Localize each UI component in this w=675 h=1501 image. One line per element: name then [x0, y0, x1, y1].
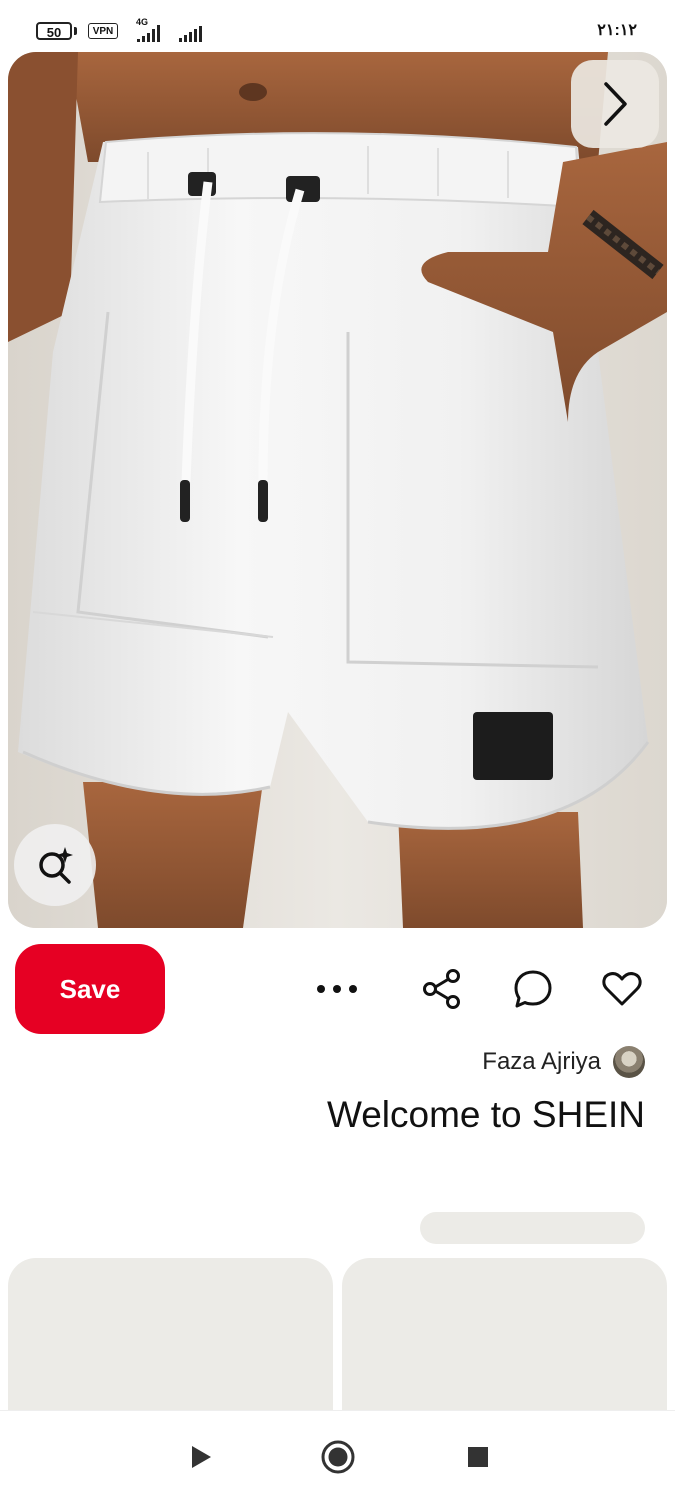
home-circle-icon	[321, 1440, 355, 1474]
recents-square-icon	[468, 1447, 488, 1467]
pin-title: Welcome to SHEIN	[326, 1094, 645, 1135]
battery-tip	[74, 27, 77, 35]
sparkle-search-icon	[39, 847, 73, 884]
more-options-button[interactable]	[313, 962, 361, 1016]
status-bar: 50 VPN 4G ۲۱:۱۲	[0, 0, 675, 56]
author-name[interactable]: Faza Ajriya	[482, 1048, 601, 1076]
pin-image[interactable]	[8, 52, 667, 928]
more-icon	[317, 985, 357, 993]
recents-button[interactable]	[458, 1437, 498, 1477]
heart-icon	[602, 972, 642, 1006]
navigation-bar	[0, 1410, 675, 1501]
comment-button[interactable]	[509, 962, 557, 1016]
signal-icon	[179, 24, 202, 42]
comment-icon	[514, 970, 552, 1008]
pin-author[interactable]: Faza Ajriya	[482, 1046, 645, 1078]
clock: ۲۱:۱۲	[597, 22, 637, 39]
visual-search-button[interactable]	[14, 824, 96, 906]
share-button[interactable]	[418, 962, 466, 1016]
loading-placeholder	[420, 1212, 645, 1244]
battery-icon: 50	[36, 22, 72, 40]
like-button[interactable]	[598, 962, 646, 1016]
home-button[interactable]	[318, 1437, 358, 1477]
save-button[interactable]: Save	[15, 944, 165, 1034]
back-triangle-icon	[192, 1446, 211, 1468]
vpn-icon: VPN	[88, 23, 118, 39]
battery-level: 50	[46, 25, 62, 40]
chevron-right-icon	[604, 82, 627, 126]
next-image-button[interactable]	[571, 60, 659, 148]
share-icon	[423, 969, 460, 1009]
product-photo	[8, 52, 667, 928]
related-pin-placeholder	[8, 1258, 333, 1428]
signal-icon	[137, 24, 160, 42]
avatar[interactable]	[613, 1046, 645, 1078]
back-button[interactable]	[181, 1437, 221, 1477]
related-pin-placeholder	[342, 1258, 667, 1428]
